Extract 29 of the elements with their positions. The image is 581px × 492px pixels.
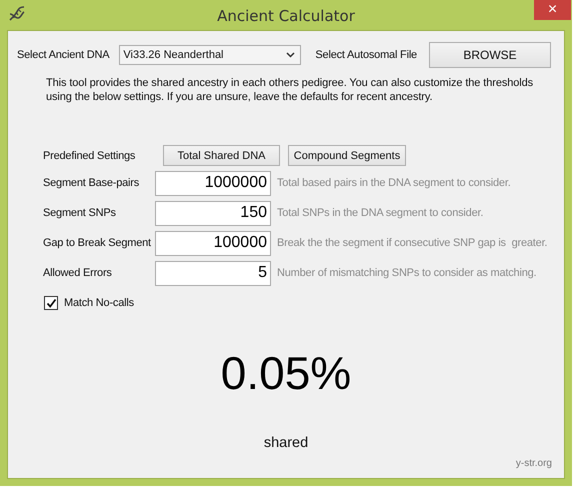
browse-button[interactable]: BROWSE	[428, 42, 551, 68]
setting-label: Allowed Errors	[43, 267, 113, 279]
close-button[interactable]: ×	[534, 0, 571, 20]
setting-input[interactable]: 5	[155, 260, 271, 286]
setting-input[interactable]: 150	[155, 200, 271, 226]
setting-label: Segment SNPs	[43, 207, 117, 219]
ancient-dna-dropdown[interactable]: Vi33.26 Neanderthal	[119, 45, 302, 65]
checkbox[interactable]	[44, 296, 58, 310]
chevron-down-icon	[286, 52, 296, 58]
setting-label: Gap to Break Segment	[43, 237, 152, 249]
autosomal-file-label: Select Autosomal File	[315, 49, 417, 61]
window-title: Ancient Calculator	[217, 6, 355, 25]
setting-hint: Number of mismatching SNPs to consider as matching.	[277, 267, 536, 279]
result-caption: shared	[262, 435, 310, 451]
dna-icon	[8, 6, 26, 22]
credit-text: y-str.org	[516, 458, 552, 469]
setting-label: Segment Base-pairs	[43, 177, 140, 189]
predefined-settings-label: Predefined Settings	[43, 150, 136, 162]
checkbox-label: Match No-calls	[64, 297, 134, 309]
setting-input[interactable]: 100000	[155, 230, 271, 256]
setting-hint: Total based pairs in the DNA segment to consider.	[277, 177, 511, 189]
preset-button[interactable]: Compound Segments	[288, 145, 406, 166]
preset-button[interactable]: Total Shared DNA	[163, 145, 280, 166]
setting-hint: Total SNPs in the DNA segment to consider.	[277, 207, 484, 219]
result-value: 0.05%	[220, 346, 352, 400]
ancient-dna-label: Select Ancient DNA	[17, 49, 110, 61]
description-text: This tool provides the shared ancestry in each others pedigree. You can also customize the thresholds using the below settings. If you are unsure, leave the defaults for recent ancestry.	[46, 76, 534, 104]
setting-input[interactable]: 1000000	[155, 170, 271, 196]
setting-hint: Break the the segment if consecutive SNP gap is greater.	[277, 237, 548, 249]
